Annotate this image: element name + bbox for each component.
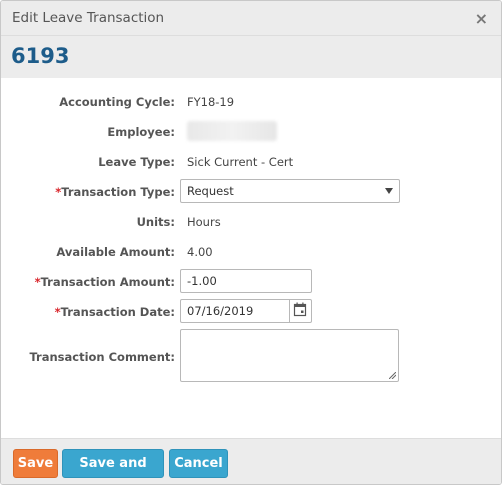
save-button[interactable]: Save: [13, 449, 58, 478]
edit-leave-transaction-dialog: Edit Leave Transaction × 6193 Accounting…: [0, 0, 502, 485]
dialog-titlebar: Edit Leave Transaction ×: [1, 1, 501, 36]
close-icon[interactable]: ×: [475, 9, 488, 28]
transaction-amount-label: *Transaction Amount:: [35, 275, 175, 289]
calendar-icon: [293, 302, 307, 317]
available-amount-value: 4.00: [187, 245, 213, 259]
leave-type-value: Sick Current - Cert: [187, 155, 294, 169]
record-id: 6193: [11, 44, 70, 68]
save-and-add-button[interactable]: Save and Add: [62, 449, 164, 484]
accounting-cycle-value: FY18-19: [187, 95, 235, 109]
units-value: Hours: [187, 215, 221, 229]
dialog-footer: Save Save and Add Cancel: [1, 438, 501, 484]
employee-value: [187, 121, 277, 141]
transaction-type-select[interactable]: Request: [180, 179, 400, 203]
chevron-down-icon: [385, 188, 393, 194]
transaction-type-label-text: Transaction Type:: [61, 185, 175, 199]
dialog-title: Edit Leave Transaction: [12, 10, 165, 26]
transaction-comment-label: Transaction Comment:: [29, 350, 175, 364]
employee-label: Employee:: [107, 125, 175, 139]
accounting-cycle-label: Accounting Cycle:: [59, 95, 175, 109]
calendar-button[interactable]: [289, 299, 311, 322]
transaction-amount-label-text: Transaction Amount:: [40, 275, 175, 289]
available-amount-label: Available Amount:: [56, 245, 175, 259]
leave-type-label: Leave Type:: [98, 155, 175, 169]
transaction-comment-textarea[interactable]: [180, 329, 399, 382]
transaction-date-label-text: Transaction Date:: [60, 305, 175, 319]
leave-transaction-form: Accounting Cycle: FY18-19 Employee: Leav…: [1, 78, 501, 438]
resize-grip-icon[interactable]: [389, 372, 396, 379]
transaction-amount-input[interactable]: -1.00: [180, 269, 312, 293]
record-header: 6193: [1, 36, 501, 78]
transaction-type-label: *Transaction Type:: [55, 185, 175, 199]
cancel-button[interactable]: Cancel: [169, 449, 228, 478]
transaction-date-value: 07/16/2019: [187, 304, 254, 318]
transaction-date-label: *Transaction Date:: [55, 305, 175, 319]
units-label: Units:: [136, 215, 175, 229]
transaction-type-selected: Request: [187, 184, 234, 198]
